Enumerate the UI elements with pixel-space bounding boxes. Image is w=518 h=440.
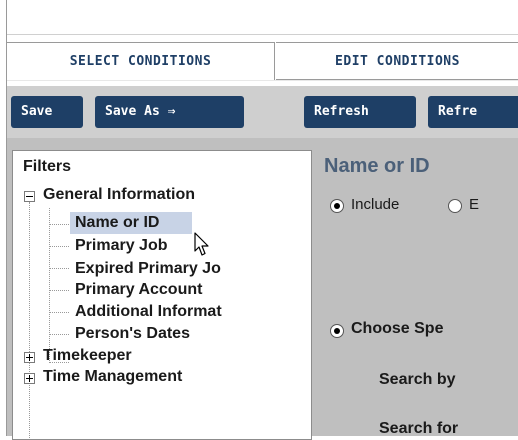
expand-toggle-icon[interactable] — [24, 352, 35, 363]
include-radio[interactable] — [330, 199, 344, 213]
choose-specific-label: Choose Spe — [351, 320, 444, 337]
exclude-radio[interactable] — [448, 199, 462, 213]
tree-connector — [49, 312, 69, 313]
tree-item-persons-dates[interactable]: Person's Dates — [75, 325, 190, 343]
tree-item-primary-job[interactable]: Primary Job — [75, 237, 167, 255]
tab-select-conditions[interactable]: SELECT CONDITIONS — [7, 42, 275, 80]
filter-tree: Filters General Information Name or ID P… — [12, 150, 312, 440]
search-by-label: Search by — [379, 371, 456, 388]
tree-group-timekeeper[interactable]: Timekeeper — [43, 347, 132, 365]
panel-title: Name or ID — [324, 155, 430, 177]
tree-item-name-or-id[interactable]: Name or ID — [75, 214, 159, 232]
exclude-label: E — [469, 196, 480, 213]
tree-connector — [49, 224, 69, 225]
tree-group-time-management[interactable]: Time Management — [43, 368, 182, 386]
tree-connector — [49, 268, 69, 269]
save-as-button[interactable]: Save As ⇒ — [95, 96, 244, 128]
top-band — [7, 0, 518, 35]
expand-toggle-icon[interactable] — [24, 373, 35, 384]
tab-edit-conditions[interactable]: EDIT CONDITIONS — [276, 42, 518, 80]
mouse-pointer-icon — [194, 232, 209, 256]
tree-connector — [49, 334, 69, 335]
tree-root-filters: Filters — [23, 158, 72, 175]
toolbar: Save Save As ⇒ Refresh Refre — [7, 86, 518, 138]
save-button[interactable]: Save — [11, 96, 83, 128]
collapse-toggle-icon[interactable] — [24, 191, 35, 202]
choose-specific-radio[interactable] — [330, 324, 344, 338]
refresh-all-button[interactable]: Refre — [428, 96, 518, 128]
include-label: Include — [351, 196, 400, 213]
tab-divider — [7, 80, 518, 81]
tree-item-primary-account[interactable]: Primary Account — [75, 281, 202, 299]
refresh-button[interactable]: Refresh — [304, 96, 416, 128]
tree-connector — [49, 246, 69, 247]
tree-group-general-information[interactable]: General Information — [43, 186, 195, 204]
tree-item-expired-primary-job[interactable]: Expired Primary Jo — [75, 260, 221, 278]
search-for-label: Search for — [379, 420, 459, 437]
tree-connector — [29, 202, 30, 438]
tree-item-additional-information[interactable]: Additional Informat — [75, 303, 222, 321]
tree-connector — [49, 208, 50, 363]
tree-connector — [49, 290, 69, 291]
